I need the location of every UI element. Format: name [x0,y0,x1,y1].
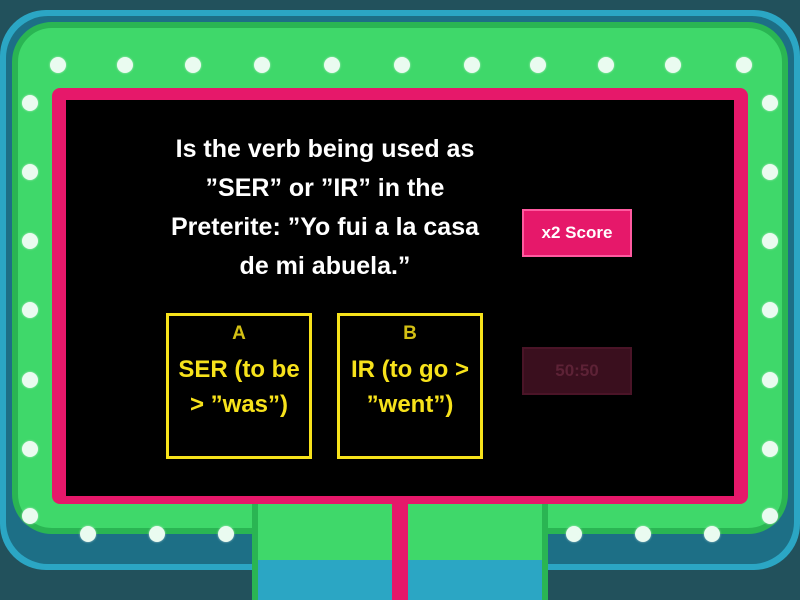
fifty-fifty-button[interactable]: 50:50 [522,347,632,395]
answer-label-a: SER (to be > ”was”) [178,356,300,418]
marquee-bulb [736,57,752,73]
marquee-bulb [566,526,582,542]
marquee-bulb [762,95,778,111]
answer-option-b[interactable]: B IR (to go > ”went”) [337,313,483,459]
marquee-bulb [22,95,38,111]
marquee-bulb [762,372,778,388]
marquee-bulb [530,57,546,73]
marquee-bulb [22,233,38,249]
marquee-bulb [762,508,778,524]
marquee-bulb [22,508,38,524]
question-text: Is the verb being used as ”SER” or ”IR” … [171,135,479,280]
marquee-bulb [80,526,96,542]
marquee-bulb [117,57,133,73]
marquee-bulb [665,57,681,73]
marquee-bulb [22,372,38,388]
answer-letter-b: B [403,323,417,344]
answer-label-b: IR (to go > ”went”) [351,356,469,418]
marquee-bulb [185,57,201,73]
pedestal-stripe [392,490,408,600]
marquee-bulb [762,302,778,318]
marquee-bulb [762,233,778,249]
marquee-bulb [324,57,340,73]
marquee-bulb [22,302,38,318]
answer-letter-a: A [232,323,246,344]
marquee-bulb [635,526,651,542]
marquee-bulb [22,441,38,457]
answer-option-a[interactable]: A SER (to be > ”was”) [166,313,312,459]
marquee-bulb [218,526,234,542]
game-show-stage: Is the verb being used as ”SER” or ”IR” … [0,0,800,600]
marquee-bulb [149,526,165,542]
marquee-bulb [598,57,614,73]
marquee-bulb [22,164,38,180]
marquee-bulb [50,57,66,73]
marquee-bulb [704,526,720,542]
marquee-bulb [464,57,480,73]
marquee-bulb [394,57,410,73]
marquee-bulb [762,164,778,180]
marquee-bulb [254,57,270,73]
double-score-button[interactable]: x2 Score [522,209,632,257]
marquee-bulb [762,441,778,457]
